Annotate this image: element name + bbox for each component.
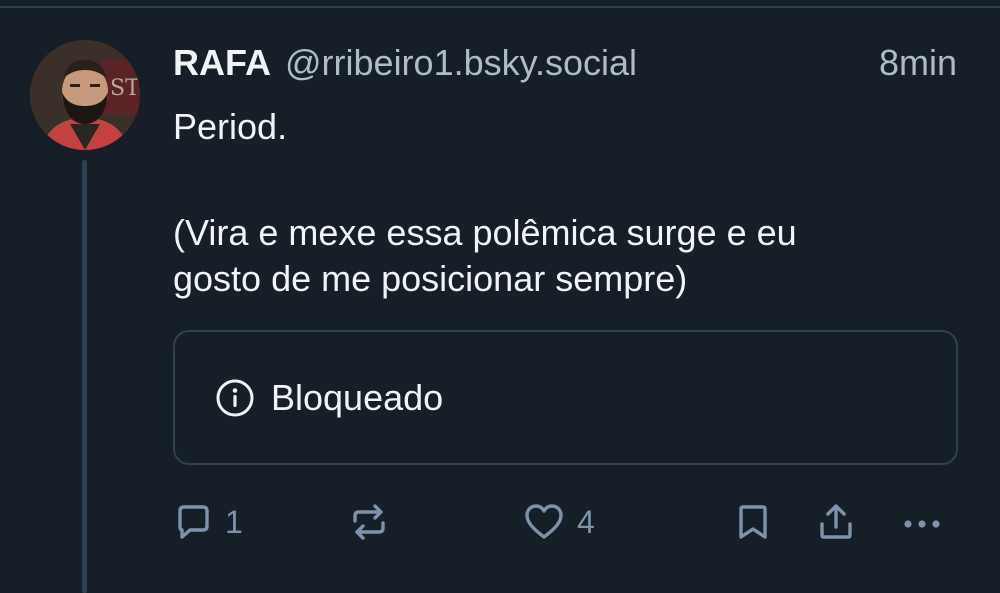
post-timestamp[interactable]: 8min [879, 42, 957, 84]
like-count: 4 [577, 503, 595, 540]
avatar-photo: ST [30, 40, 140, 150]
bookmark-icon [739, 505, 767, 539]
ellipsis-icon [904, 520, 940, 528]
repost-button[interactable] [349, 497, 401, 547]
share-icon [820, 504, 852, 539]
bookmark-button[interactable] [733, 497, 773, 547]
reply-button[interactable]: 1 [173, 497, 243, 547]
author-handle[interactable]: @rribeiro1.bsky.social [285, 42, 637, 84]
more-options-button[interactable] [900, 497, 944, 547]
post-actions: 1 4 [173, 497, 973, 547]
svg-text:ST: ST [110, 76, 140, 101]
post-text-line: gosto de me posicionar sempre) [173, 258, 688, 299]
reply-count: 1 [225, 503, 243, 540]
blocked-embed-card: Bloqueado [173, 330, 958, 465]
repost-icon [353, 504, 385, 540]
reply-icon [178, 505, 209, 539]
blocked-label: Bloqueado [271, 376, 444, 418]
author-display-name[interactable]: RAFA [173, 42, 271, 84]
post-text-line: Period. [173, 106, 288, 147]
thread-line [82, 160, 87, 593]
heart-icon [525, 504, 563, 539]
avatar[interactable]: ST [30, 40, 140, 150]
info-icon [215, 378, 255, 418]
share-button[interactable] [816, 497, 856, 547]
like-button[interactable]: 4 [523, 497, 595, 547]
post-text: Period. (Vira e mexe essa polêmica surge… [173, 104, 963, 302]
post-text-line: (Vira e mexe essa polêmica surge e eu [173, 212, 797, 253]
post-header: RAFA @rribeiro1.bsky.social 8min [173, 40, 963, 86]
post[interactable]: ST RAFA @rribeiro1.bsky.social 8min Peri… [0, 0, 1000, 593]
